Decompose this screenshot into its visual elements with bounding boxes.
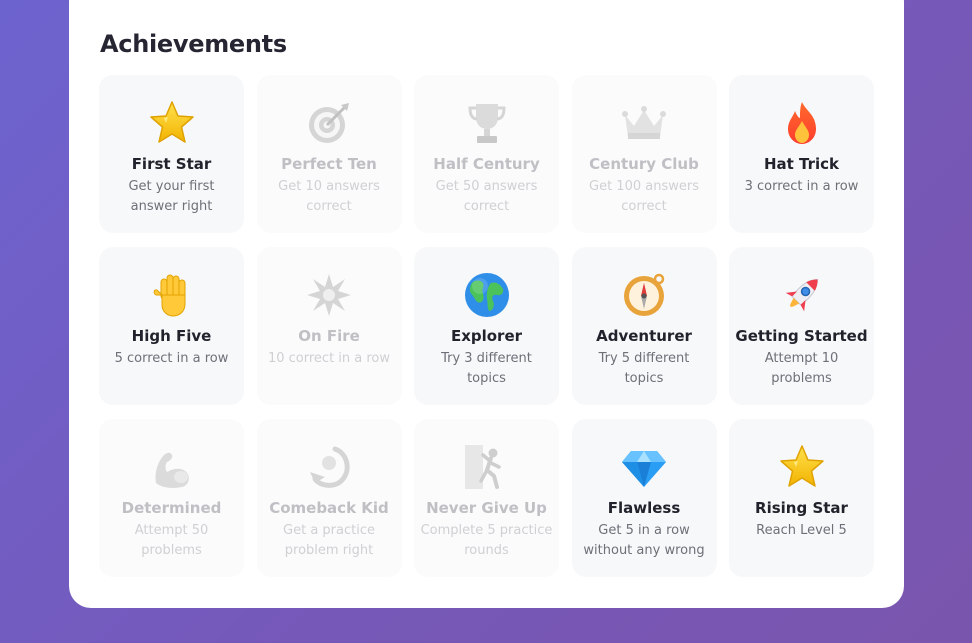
achievement-description: Get 100 answers correct	[589, 179, 699, 214]
achievement-name: Adventurer	[596, 327, 692, 345]
achievement-name: On Fire	[298, 327, 360, 345]
achievement-card-rising-star[interactable]: Rising Star Reach Level 5	[729, 419, 874, 577]
achievement-description: Get 10 answers correct	[278, 179, 380, 214]
achievement-name: Determined	[121, 499, 222, 517]
achievement-description: Attempt 50 problems	[134, 523, 209, 558]
compass-icon	[620, 271, 668, 319]
achievement-name: Century Club	[589, 155, 699, 173]
achievement-description: 3 correct in a row	[744, 179, 859, 194]
achievement-card-explorer[interactable]: Explorer Try 3 different topics	[414, 247, 559, 405]
achievement-card-hat-trick[interactable]: Hat Trick 3 correct in a row	[729, 75, 874, 233]
achievement-description: Get 50 answers correct	[435, 179, 538, 214]
achievement-card-on-fire[interactable]: On Fire 10 correct in a row	[256, 247, 402, 405]
achievement-card-first-star[interactable]: First Star Get your first answer right	[99, 75, 244, 233]
achievement-description: Try 5 different topics	[598, 351, 690, 386]
achievement-name: Explorer	[450, 327, 523, 345]
achievement-card-flawless[interactable]: Flawless Get 5 in a row without any wrong	[571, 419, 717, 577]
achievement-name: Perfect Ten	[281, 155, 377, 173]
trophy-icon	[463, 99, 511, 147]
achievement-description: 10 correct in a row	[267, 351, 391, 366]
climber-icon	[463, 443, 511, 491]
star-icon	[148, 99, 196, 147]
achievement-description: Try 3 different topics	[441, 351, 532, 386]
achievement-description: Attempt 10 problems	[764, 351, 839, 386]
achievement-card-never-give-up[interactable]: Never Give Up Complete 5 practice rounds	[414, 419, 559, 577]
achievement-card-adventurer[interactable]: Adventurer Try 5 different topics	[571, 247, 717, 405]
raised-hand-icon	[148, 271, 196, 319]
achievement-description: Get a practice problem right	[283, 523, 375, 558]
achievements-grid: First Star Get your first answer right Per…	[99, 75, 874, 577]
achievement-description: Complete 5 practice rounds	[420, 523, 553, 558]
achievement-card-determined[interactable]: Determined Attempt 50 problems	[99, 419, 244, 577]
achievement-card-half-century[interactable]: Half Century Get 50 answers correct	[414, 75, 559, 233]
achievement-card-high-five[interactable]: High Five 5 correct in a row	[99, 247, 244, 405]
achievement-card-perfect-ten[interactable]: Perfect Ten Get 10 answers correct	[256, 75, 402, 233]
achievement-name: Comeback Kid	[269, 499, 389, 517]
fire-icon	[778, 99, 826, 147]
achievement-name: First Star	[131, 155, 212, 173]
achievement-name: Hat Trick	[763, 155, 840, 173]
achievement-name: Getting Started	[735, 327, 868, 345]
gem-icon	[620, 443, 668, 491]
achievement-card-century-club[interactable]: Century Club Get 100 answers correct	[571, 75, 717, 233]
achievement-name: Flawless	[607, 499, 681, 517]
achievement-card-comeback-kid[interactable]: Comeback Kid Get a practice problem right	[256, 419, 402, 577]
achievement-description: Get 5 in a row without any wrong	[583, 523, 705, 558]
achievement-description: 5 correct in a row	[114, 351, 229, 366]
star-icon	[778, 443, 826, 491]
achievement-description: Get your first answer right	[128, 179, 215, 214]
page-title: Achievements	[100, 30, 287, 58]
crown-icon	[620, 99, 668, 147]
achievement-name: Half Century	[433, 155, 540, 173]
flexed-biceps-icon	[148, 443, 196, 491]
achievement-name: Rising Star	[755, 499, 848, 517]
return-arrow-icon	[305, 443, 353, 491]
target-icon	[305, 99, 353, 147]
achievement-card-getting-started[interactable]: Getting Started Attempt 10 problems	[729, 247, 874, 405]
achievement-description: Reach Level 5	[756, 523, 847, 538]
achievement-name: High Five	[131, 327, 212, 345]
globe-icon	[463, 271, 511, 319]
achievement-name: Never Give Up	[426, 499, 547, 517]
rocket-icon	[778, 271, 826, 319]
collision-icon	[305, 271, 353, 319]
